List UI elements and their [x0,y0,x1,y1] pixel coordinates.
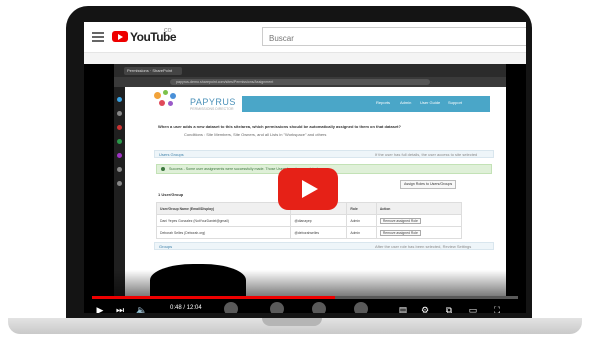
fullscreen-icon[interactable]: ⛶ [490,304,504,313]
progress-bar[interactable] [92,296,518,299]
role-cell: Admin [346,214,377,227]
sidebar-app-icon [117,167,122,172]
toolbar-circle-icon[interactable] [224,302,238,313]
settings-gear-icon[interactable]: ⚙ [418,304,432,313]
role-cell: Admin [346,226,377,239]
remove-role-button[interactable]: Remove assigned Role [379,217,421,224]
action-cell: Remove assigned Role [375,226,463,239]
laptop-notch [262,318,322,326]
check-icon [161,167,165,171]
nav-admin[interactable]: Admin [400,100,411,105]
user-id-cell: @dianayep [290,214,348,227]
time-display: 0:48 / 12:04 [170,305,202,311]
sidebar-app-icon [117,125,122,130]
table-row: Dani Yepes Gonzalez (NotYourDaniel@gmail… [155,214,463,227]
browser-sidebar [114,87,125,296]
laptop-screen: YouTube CO Permissions · SharePoint papy… [84,22,526,313]
section-note: After the user role has been selected, R… [375,244,472,249]
search-box[interactable] [262,27,526,48]
sidebar-app-icon [117,97,122,102]
toolbar-circle-icon[interactable] [312,302,326,313]
logo-dot-icon [163,90,168,95]
next-icon[interactable]: ⏭ [114,304,126,313]
browser-tab: Permissions · SharePoint [124,67,182,75]
remove-role-button[interactable]: Remove assigned Role [379,229,421,236]
users-groups-section[interactable]: Users Groups If the user has full detail… [154,150,494,158]
column-header: User/Group Name (Email/Display) [155,202,292,215]
progress-fill [92,296,335,299]
section-note: If the user has full details, the user a… [375,152,478,157]
large-play-button[interactable] [278,168,338,210]
youtube-header: YouTube CO [84,22,526,53]
papyrus-logo: PAPYRUS PERMISSIONS DIRECTOR [150,88,242,116]
section-title: Groups [159,244,173,249]
video-player[interactable]: Permissions · SharePoint papyrus-demo.sh… [84,64,526,313]
browser-url: papyrus-demo.sharepoint.com/sites/Permis… [170,79,430,85]
column-header: Role [346,202,377,215]
user-name-cell: Deborah Selles (Deborah.org) [155,226,292,239]
search-input[interactable] [263,29,511,48]
nav-user-guide[interactable]: User Guide [420,100,440,105]
theater-mode-icon[interactable]: ▭ [466,304,480,313]
user-id-cell: @deborahselles [290,226,348,239]
assign-roles-button[interactable]: Assign Roles to Users/Groups [400,180,457,189]
play-icon[interactable]: ▶ [94,304,106,313]
app-tagline: PERMISSIONS DIRECTOR [190,107,234,111]
question-text: When a user adds a new dataset to this s… [158,124,401,129]
groups-section[interactable]: Groups After the user role has been sele… [154,242,494,250]
user-name-cell: Dani Yepes Gonzalez (NotYourDaniel@gmail… [155,214,292,227]
conditions-text: Conditions : Site Members, Site Owners, … [184,132,327,137]
youtube-logo-icon[interactable] [112,31,128,42]
logo-dot-icon [168,101,173,106]
section-title: Users Groups [159,152,184,157]
browser-tab-bar: Permissions · SharePoint [114,64,506,77]
toolbar-circle-icon[interactable] [270,302,284,313]
volume-icon[interactable]: 🔈 [136,304,148,313]
action-cell: Remove assigned Role [375,214,463,227]
country-code: CO [164,28,172,34]
column-header: Action [375,202,463,215]
sidebar-app-icon [117,111,122,116]
subtitles-icon[interactable]: ▤ [396,304,410,313]
hamburger-menu-icon[interactable] [92,32,104,42]
toolbar-circle-icon[interactable] [354,302,368,313]
group-heading: 1 User/Group [158,192,184,197]
miniplayer-icon[interactable]: ⧉ [442,304,456,313]
sidebar-app-icon [117,153,122,158]
app-name: PAPYRUS [190,97,236,107]
browser-address-bar: papyrus-demo.sharepoint.com/sites/Permis… [114,77,506,87]
logo-dot-icon [170,93,176,99]
table-row: Deborah Selles (Deborah.org) @deborahsel… [155,226,463,239]
sidebar-app-icon [117,139,122,144]
controls-gradient [84,270,526,313]
logo-dot-icon [159,100,165,106]
logo-dot-icon [154,92,161,99]
nav-reports[interactable]: Reports [376,100,390,105]
sidebar-app-icon [117,181,122,186]
nav-support[interactable]: Support [448,100,462,105]
